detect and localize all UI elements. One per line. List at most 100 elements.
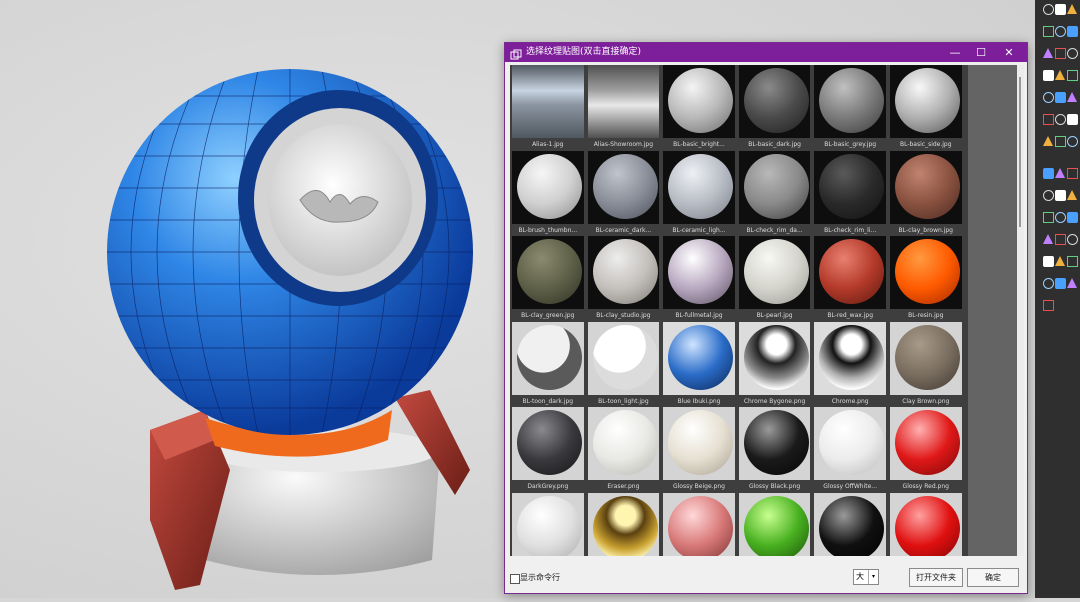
texture-item[interactable]: BL-ceramic_ligh... (661, 150, 737, 237)
move-icon[interactable] (1043, 190, 1054, 201)
texture-thumbnail[interactable] (663, 236, 735, 309)
texture-item[interactable] (510, 492, 586, 556)
texture-item[interactable]: BL-clay_green.jpg (510, 236, 586, 322)
texture-thumbnail[interactable] (587, 150, 660, 224)
texture-item[interactable]: BL-brush_thumbn... (510, 150, 586, 237)
texture-item[interactable]: BL-toon_light.jpg (586, 321, 662, 408)
torus-icon[interactable] (1067, 48, 1078, 59)
texture-item[interactable]: Eraser.png (586, 407, 662, 493)
array-icon[interactable] (1043, 168, 1054, 179)
cylinder-icon[interactable] (1043, 48, 1053, 58)
texture-item[interactable]: Blue Ibuki.png (661, 321, 737, 408)
texture-thumbnail[interactable] (512, 150, 584, 224)
dialog-titlebar[interactable]: 选择纹理贴图(双击直接确定) — ☐ ✕ (505, 43, 1027, 62)
offset-icon[interactable] (1055, 212, 1066, 223)
texture-item[interactable]: BL-check_rim_da... (737, 150, 813, 237)
texture-item[interactable]: BL-check_rim_li... (812, 150, 888, 237)
ellipse-icon[interactable] (1043, 26, 1054, 37)
layer-icon[interactable] (1067, 234, 1078, 245)
boolean-diff-icon[interactable] (1067, 92, 1077, 102)
check-icon[interactable] (1043, 234, 1053, 244)
texture-thumbnail[interactable] (814, 65, 886, 138)
scale-icon[interactable] (1055, 168, 1065, 178)
thumbnail-size-select[interactable]: 大 ▾ (853, 569, 879, 585)
texture-item[interactable]: BL-basic_bright... (661, 65, 737, 151)
texture-item[interactable]: BL-ceramic_dark... (586, 150, 662, 237)
texture-item[interactable]: Alias-1.jpg (510, 65, 586, 151)
texture-item[interactable] (586, 492, 662, 556)
texture-thumbnail[interactable] (512, 321, 584, 395)
revolve-icon[interactable] (1055, 70, 1065, 80)
texture-item[interactable]: Chrome.png (812, 321, 888, 408)
texture-thumbnail[interactable] (889, 492, 962, 556)
texture-item[interactable]: BL-fullmetal.jpg (661, 236, 737, 322)
texture-item[interactable]: BL-clay_brown.jpg (888, 150, 964, 237)
ok-button[interactable]: 确定 (967, 568, 1019, 587)
box-icon[interactable] (1067, 26, 1078, 37)
texture-item[interactable]: BL-basic_side.jpg (888, 65, 964, 151)
texture-item[interactable]: Clay Brown.png (888, 321, 964, 408)
fillet-icon[interactable] (1043, 114, 1054, 125)
texture-item[interactable]: Chrome Bygone.png (737, 321, 813, 408)
polygon-icon[interactable] (1067, 4, 1077, 14)
split-icon[interactable] (1043, 212, 1054, 223)
shell-icon[interactable] (1067, 114, 1078, 125)
copy-icon[interactable] (1055, 190, 1066, 201)
cone-icon[interactable] (1055, 48, 1066, 59)
texture-thumbnail[interactable] (587, 65, 660, 138)
texture-thumbnail[interactable] (738, 65, 811, 138)
circle-icon[interactable] (1043, 4, 1054, 15)
texture-thumbnail[interactable] (889, 150, 962, 224)
ortho-icon[interactable] (1067, 256, 1078, 267)
texture-thumbnail[interactable] (512, 65, 584, 138)
texture-thumbnail[interactable] (814, 236, 886, 309)
arc-icon[interactable] (1055, 4, 1066, 15)
texture-thumbnail[interactable] (889, 236, 962, 309)
chamfer-icon[interactable] (1055, 114, 1066, 125)
texture-item[interactable] (737, 492, 813, 556)
extrude-icon[interactable] (1043, 70, 1054, 81)
planar-icon[interactable] (1043, 278, 1054, 289)
texture-thumbnail[interactable] (738, 321, 811, 395)
texture-thumbnail[interactable] (663, 492, 735, 556)
texture-thumbnail[interactable] (738, 150, 811, 224)
texture-item[interactable] (888, 492, 964, 556)
loft-icon[interactable] (1067, 70, 1078, 81)
texture-item[interactable]: Glossy Beige.png (661, 407, 737, 493)
texture-thumbnail[interactable] (814, 492, 886, 556)
grid-icon[interactable] (1055, 256, 1065, 266)
sweep-icon[interactable] (1043, 92, 1054, 103)
texture-item[interactable] (661, 492, 737, 556)
texture-thumbnail[interactable] (738, 236, 811, 309)
texture-thumbnail[interactable] (738, 492, 811, 556)
texture-item[interactable]: DarkGrey.png (510, 407, 586, 493)
rotate-icon[interactable] (1067, 168, 1078, 179)
texture-item[interactable]: BL-pearl.jpg (737, 236, 813, 322)
scrollbar-thumb[interactable] (1019, 77, 1021, 227)
texture-item[interactable]: BL-basic_grey.jpg (812, 65, 888, 151)
texture-item[interactable]: BL-toon_dark.jpg (510, 321, 586, 408)
texture-thumbnail[interactable] (512, 492, 584, 556)
boolean-union-icon[interactable] (1055, 92, 1066, 103)
gumball-icon[interactable] (1067, 278, 1077, 288)
texture-thumbnail[interactable] (814, 321, 886, 395)
texture-thumbnail[interactable] (889, 65, 962, 138)
texture-thumbnail[interactable] (512, 236, 584, 309)
texture-item[interactable]: Glossy Red.png (888, 407, 964, 493)
texture-thumbnail[interactable] (663, 407, 735, 480)
snap-icon[interactable] (1043, 256, 1054, 267)
texture-thumbnail[interactable] (587, 492, 660, 556)
osnap-icon[interactable] (1055, 278, 1066, 289)
texture-item[interactable]: BL-red_wax.jpg (812, 236, 888, 322)
show-command-line-checkbox[interactable] (510, 574, 520, 584)
mirror-icon[interactable] (1067, 136, 1078, 147)
open-folder-button[interactable]: 打开文件夹 (909, 568, 963, 587)
join-icon[interactable] (1055, 136, 1066, 147)
texture-thumbnail[interactable] (512, 407, 584, 480)
texture-item[interactable]: BL-basic_dark.jpg (737, 65, 813, 151)
texture-thumbnail[interactable] (889, 407, 962, 480)
texture-item[interactable]: Alias-Showroom.jpg (586, 65, 662, 151)
project-icon[interactable] (1067, 212, 1078, 223)
texture-thumbnail[interactable] (663, 65, 735, 138)
texture-thumbnail[interactable] (814, 150, 886, 224)
